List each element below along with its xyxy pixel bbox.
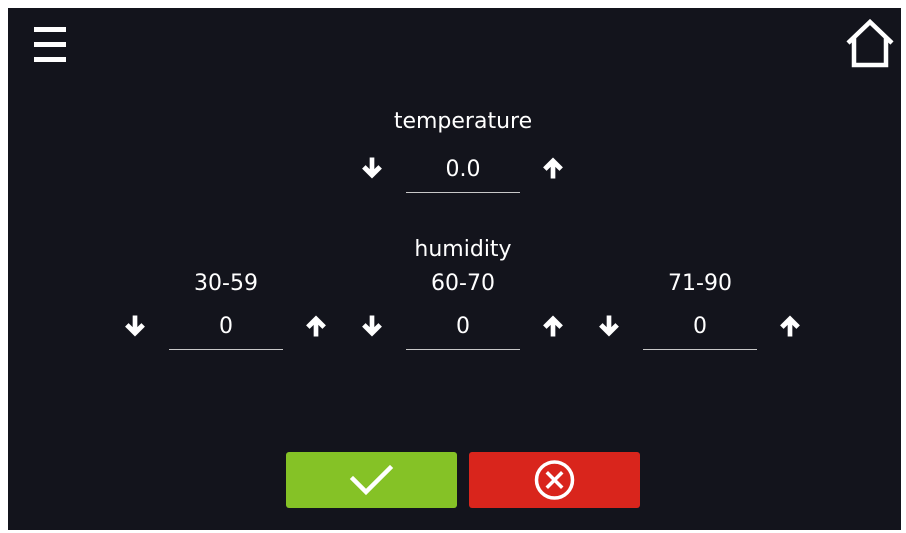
- humidity-30-59-value-field[interactable]: 0: [169, 311, 283, 350]
- humidity-71-90-value: 0: [693, 314, 707, 339]
- humidity-60-70-decrease-arrow-down-icon[interactable]: [358, 312, 386, 340]
- humidity-30-59-decrease-arrow-down-icon[interactable]: [121, 312, 149, 340]
- cancel-button[interactable]: [469, 452, 640, 508]
- temperature-value-field[interactable]: 0.0: [406, 154, 520, 193]
- humidity-71-90-decrease-arrow-down-icon[interactable]: [595, 312, 623, 340]
- humidity-60-70-increase-arrow-up-icon[interactable]: [539, 312, 567, 340]
- checkmark-icon: [349, 464, 394, 496]
- humidity-range-label: 71-90: [668, 271, 732, 296]
- humidity-60-70-value-field[interactable]: 0: [406, 311, 520, 350]
- humidity-range-label: 60-70: [431, 271, 495, 296]
- temperature-decrease-arrow-down-icon[interactable]: [358, 154, 386, 182]
- cancel-circle-x-icon: [534, 460, 575, 500]
- home-icon[interactable]: [845, 18, 895, 68]
- screen: temperature 0.0 humidity 30-59 0 60-70 0…: [8, 8, 901, 530]
- confirm-button[interactable]: [286, 452, 457, 508]
- humidity-71-90-value-field[interactable]: 0: [643, 311, 757, 350]
- humidity-30-59-value: 0: [219, 314, 233, 339]
- temperature-value: 0.0: [445, 157, 481, 182]
- humidity-71-90-increase-arrow-up-icon[interactable]: [776, 312, 804, 340]
- humidity-label: humidity: [414, 237, 512, 262]
- humidity-30-59-increase-arrow-up-icon[interactable]: [302, 312, 330, 340]
- temperature-label: temperature: [393, 109, 533, 134]
- temperature-increase-arrow-up-icon[interactable]: [539, 154, 567, 182]
- humidity-range-label: 30-59: [194, 271, 258, 296]
- humidity-60-70-value: 0: [456, 314, 470, 339]
- hamburger-menu-icon[interactable]: [34, 27, 66, 63]
